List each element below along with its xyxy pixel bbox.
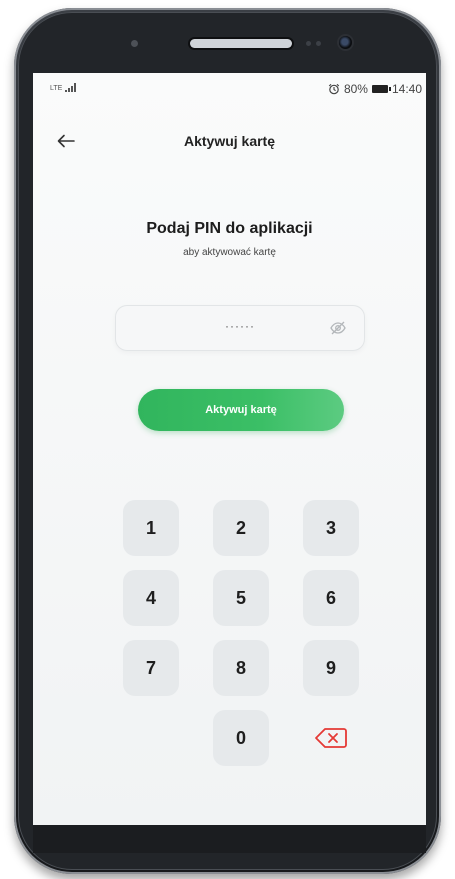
key-4[interactable]: 4 [123,570,179,626]
sensor-dots [306,41,326,46]
toggle-visibility-button[interactable] [329,319,347,337]
battery-icon [371,85,391,93]
delete-key[interactable] [303,710,359,766]
earpiece-speaker [190,39,292,48]
app-screen: LTE 80% 14:40 Aktywuj kartę Podaj PIN do… [33,73,426,825]
activate-card-button[interactable]: Aktywuj kartę [138,389,344,431]
status-right: 80% 14:40 [328,82,422,96]
key-1[interactable]: 1 [123,500,179,556]
key-8[interactable]: 8 [213,640,269,696]
pin-prompt-subtitle: aby aktywować kartę [183,247,276,258]
front-camera [339,36,352,49]
pin-input[interactable]: ······ [115,305,365,351]
battery-percent: 80% [343,82,368,96]
key-6[interactable]: 6 [303,570,359,626]
key-3[interactable]: 3 [303,500,359,556]
key-9[interactable]: 9 [303,640,359,696]
signal-icon [65,83,77,92]
key-0[interactable]: 0 [213,710,269,766]
key-2[interactable]: 2 [213,500,269,556]
eye-off-icon [330,321,346,335]
proximity-sensor [131,40,138,47]
app-header: Aktywuj kartę [33,123,426,159]
network-type: LTE [50,85,63,92]
phone-chin [33,825,426,853]
key-5[interactable]: 5 [213,570,269,626]
key-7[interactable]: 7 [123,640,179,696]
clock: 14:40 [391,82,422,96]
pin-prompt-title: Podaj PIN do aplikacji [146,220,313,237]
alarm-icon [328,83,340,95]
backspace-icon [315,728,347,748]
status-bar: LTE 80% 14:40 [33,73,426,105]
network-indicator: LTE [50,83,77,92]
pin-input-value: ······ [225,319,255,333]
page-title: Aktywuj kartę [183,133,276,149]
